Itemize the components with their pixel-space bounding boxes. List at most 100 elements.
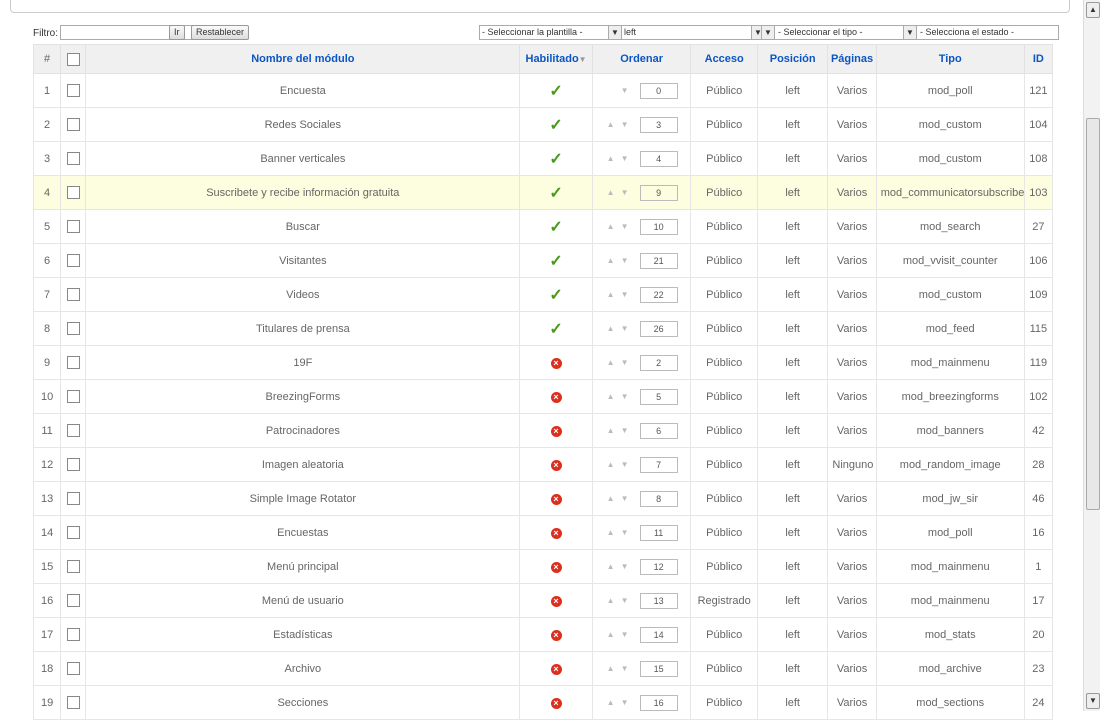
access-link[interactable]: Público: [690, 413, 758, 448]
order-input[interactable]: 11: [639, 524, 678, 541]
scroll-up-icon[interactable]: ▲: [1086, 2, 1100, 18]
disabled-x-icon[interactable]: ×: [550, 629, 562, 641]
module-name-link[interactable]: BreezingForms: [266, 391, 341, 403]
module-name-link[interactable]: Redes Sociales: [265, 119, 341, 131]
module-name-link[interactable]: Simple Image Rotator: [250, 493, 356, 505]
col-name-header[interactable]: Nombre del módulo: [85, 44, 521, 74]
row-checkbox[interactable]: [66, 322, 80, 335]
arrow-down-icon[interactable]: ▼: [620, 86, 630, 95]
access-link[interactable]: Público: [690, 107, 758, 142]
vertical-scrollbar[interactable]: ▲ ▼: [1083, 0, 1100, 711]
module-name-link[interactable]: Videos: [286, 289, 319, 301]
module-name-link[interactable]: Menú de usuario: [262, 595, 344, 607]
module-name-link[interactable]: 19F: [293, 357, 312, 369]
arrow-down-icon[interactable]: ▼: [620, 698, 630, 707]
arrow-up-icon[interactable]: ▲: [606, 222, 616, 231]
reset-button[interactable]: Restablecer: [191, 25, 250, 40]
order-input[interactable]: 9: [639, 184, 678, 201]
disabled-x-icon[interactable]: ×: [550, 561, 562, 573]
order-input[interactable]: 21: [639, 252, 678, 269]
order-input[interactable]: 6: [639, 422, 678, 439]
row-checkbox[interactable]: [66, 356, 80, 369]
check-icon[interactable]: ✓: [549, 287, 562, 304]
arrow-down-icon[interactable]: ▼: [620, 290, 630, 299]
col-access-header[interactable]: Acceso: [690, 44, 758, 74]
access-link[interactable]: Público: [690, 379, 758, 414]
order-input[interactable]: 3: [639, 116, 678, 133]
module-name-link[interactable]: Suscribete y recibe información gratuita: [206, 187, 399, 199]
row-checkbox[interactable]: [66, 186, 80, 199]
arrow-up-icon[interactable]: ▲: [606, 698, 616, 707]
row-checkbox[interactable]: [66, 390, 80, 403]
access-link[interactable]: Público: [690, 617, 758, 652]
access-link[interactable]: Público: [690, 515, 758, 550]
access-link[interactable]: Público: [690, 175, 758, 210]
arrow-up-icon[interactable]: ▲: [606, 256, 616, 265]
col-pages-header[interactable]: Páginas: [827, 44, 877, 74]
position-select[interactable]: left ▼: [621, 25, 765, 40]
row-checkbox[interactable]: [66, 628, 80, 641]
arrow-down-icon[interactable]: ▼: [620, 630, 630, 639]
arrow-down-icon[interactable]: ▼: [620, 392, 630, 401]
col-type-header[interactable]: Tipo: [875, 44, 1025, 74]
row-checkbox[interactable]: [66, 662, 80, 675]
select-all-checkbox[interactable]: [66, 52, 80, 66]
disabled-x-icon[interactable]: ×: [550, 663, 562, 675]
arrow-down-icon[interactable]: ▼: [620, 460, 630, 469]
arrow-down-icon[interactable]: ▼: [620, 256, 630, 265]
order-input[interactable]: 12: [639, 558, 678, 575]
col-enabled-header[interactable]: Habilitado▼: [519, 44, 593, 74]
access-link[interactable]: Público: [690, 311, 758, 346]
arrow-down-icon[interactable]: ▼: [620, 120, 630, 129]
arrow-up-icon[interactable]: ▲: [606, 426, 616, 435]
disabled-x-icon[interactable]: ×: [550, 357, 562, 369]
arrow-down-icon[interactable]: ▼: [620, 154, 630, 163]
module-name-link[interactable]: Archivo: [284, 663, 321, 675]
module-name-link[interactable]: Encuestas: [277, 527, 328, 539]
module-name-link[interactable]: Estadísticas: [273, 629, 332, 641]
access-link[interactable]: Público: [690, 447, 758, 482]
row-checkbox[interactable]: [66, 118, 80, 131]
arrow-up-icon[interactable]: ▲: [606, 494, 616, 503]
access-link[interactable]: Público: [690, 345, 758, 380]
type-select[interactable]: - Seleccionar el tipo - ▼: [761, 25, 907, 40]
arrow-down-icon[interactable]: ▼: [620, 358, 630, 367]
disabled-x-icon[interactable]: ×: [550, 493, 562, 505]
access-link[interactable]: Público: [690, 549, 758, 584]
module-name-link[interactable]: Secciones: [277, 697, 328, 709]
order-input[interactable]: 2: [639, 354, 678, 371]
access-link[interactable]: Público: [690, 209, 758, 244]
order-input[interactable]: 26: [639, 320, 678, 337]
arrow-down-icon[interactable]: ▼: [620, 596, 630, 605]
access-link[interactable]: Público: [690, 141, 758, 176]
template-select[interactable]: - Seleccionar la plantilla - ▼: [479, 25, 622, 40]
check-icon[interactable]: ✓: [549, 151, 562, 168]
check-icon[interactable]: ✓: [549, 253, 562, 270]
scroll-down-icon[interactable]: ▼: [1086, 693, 1100, 709]
access-link[interactable]: Público: [690, 73, 758, 108]
scroll-thumb[interactable]: [1086, 118, 1100, 510]
arrow-up-icon[interactable]: ▲: [606, 188, 616, 197]
row-checkbox[interactable]: [66, 560, 80, 573]
arrow-up-icon[interactable]: ▲: [606, 596, 616, 605]
arrow-down-icon[interactable]: ▼: [620, 528, 630, 537]
order-input[interactable]: 14: [639, 626, 678, 643]
access-link[interactable]: Público: [690, 685, 758, 720]
arrow-up-icon[interactable]: ▲: [606, 324, 616, 333]
arrow-up-icon[interactable]: ▲: [606, 528, 616, 537]
row-checkbox[interactable]: [66, 526, 80, 539]
check-icon[interactable]: ✓: [549, 321, 562, 338]
order-input[interactable]: 15: [639, 660, 678, 677]
disabled-x-icon[interactable]: ×: [550, 459, 562, 471]
row-checkbox[interactable]: [66, 220, 80, 233]
module-name-link[interactable]: Menú principal: [267, 561, 339, 573]
disabled-x-icon[interactable]: ×: [550, 697, 562, 709]
access-link[interactable]: Público: [690, 277, 758, 312]
order-input[interactable]: 16: [639, 694, 678, 711]
check-icon[interactable]: ✓: [549, 117, 562, 134]
col-position-header[interactable]: Posición: [756, 44, 829, 74]
access-link[interactable]: Público: [690, 481, 758, 516]
arrow-up-icon[interactable]: ▲: [606, 630, 616, 639]
access-link[interactable]: Público: [690, 243, 758, 278]
module-name-link[interactable]: Visitantes: [279, 255, 327, 267]
